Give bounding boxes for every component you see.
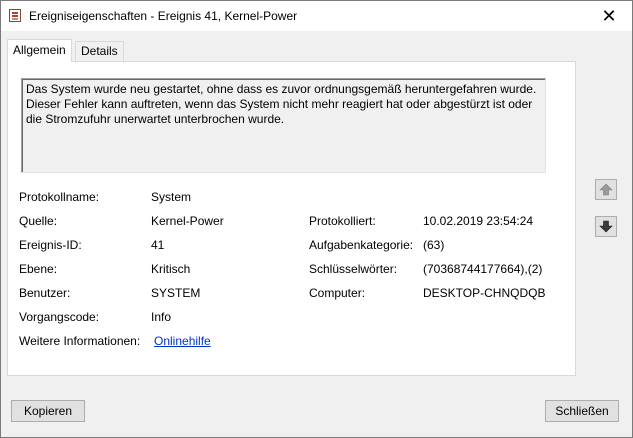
tab-allgemein[interactable]: Allgemein [7, 39, 72, 62]
label-computer: Computer: [309, 286, 366, 300]
event-properties-window: Ereigniseigenschaften - Ereignis 41, Ker… [0, 0, 633, 438]
label-weitere-informationen: Weitere Informationen: [19, 334, 141, 348]
close-button[interactable]: Schließen [545, 400, 619, 422]
window-title: Ereigniseigenschaften - Ereignis 41, Ker… [29, 9, 298, 23]
event-viewer-icon [9, 9, 21, 22]
value-protokolliert: 10.02.2019 23:54:24 [423, 214, 534, 228]
label-benutzer: Benutzer: [19, 286, 71, 300]
label-quelle: Quelle: [19, 214, 58, 228]
label-ebene: Ebene: [19, 262, 58, 276]
value-aufgabenkategorie: (63) [423, 238, 445, 252]
label-protokolliert: Protokolliert: [309, 214, 376, 228]
arrow-up-icon [599, 183, 613, 196]
previous-event-button[interactable] [595, 179, 617, 200]
label-vorgangscode: Vorgangscode: [19, 310, 100, 324]
value-benutzer: SYSTEM [151, 286, 201, 300]
label-aufgabenkategorie: Aufgabenkategorie: [309, 238, 414, 252]
value-protokollname: System [151, 190, 192, 204]
label-ereignis-id: Ereignis-ID: [19, 238, 82, 252]
online-help-link[interactable]: Onlinehilfe [154, 334, 211, 348]
copy-button[interactable]: Kopieren [11, 400, 85, 422]
value-computer: DESKTOP-CHNQDQB [423, 286, 546, 300]
tab-details[interactable]: Details [75, 41, 124, 61]
title-bar: Ereigniseigenschaften - Ereignis 41, Ker… [1, 1, 632, 31]
event-description[interactable]: Das System wurde neu gestartet, ohne das… [21, 78, 546, 173]
arrow-down-icon [599, 220, 613, 233]
value-vorgangscode: Info [151, 310, 172, 324]
label-schluesselwoerter: Schlüsselwörter: [309, 262, 398, 276]
value-quelle: Kernel-Power [151, 214, 224, 228]
close-window-button[interactable]: ✕ [586, 1, 632, 31]
value-ebene: Kritisch [151, 262, 191, 276]
value-ereignis-id: 41 [151, 238, 165, 252]
next-event-button[interactable] [595, 216, 617, 237]
label-protokollname: Protokollname: [19, 190, 100, 204]
general-panel: Das System wurde neu gestartet, ohne das… [7, 61, 576, 376]
value-schluesselwoerter: (70368744177664),(2) [423, 262, 543, 276]
